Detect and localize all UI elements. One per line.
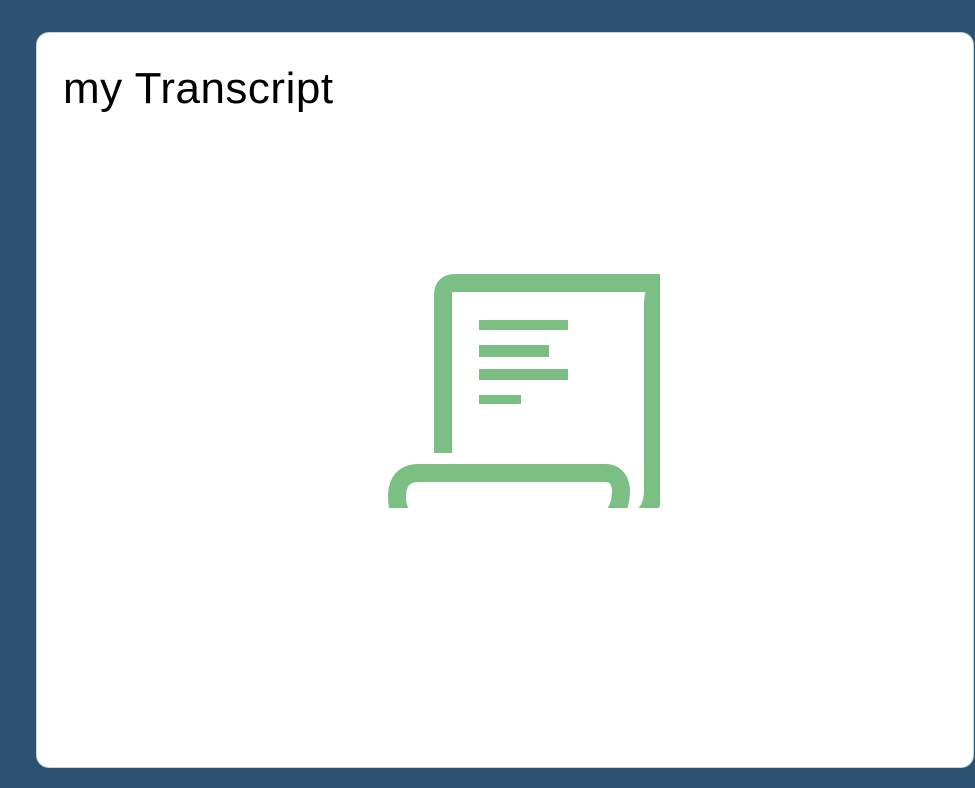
tile-title: my Transcript bbox=[63, 64, 334, 113]
scroll-document-icon bbox=[350, 238, 660, 508]
transcript-tile[interactable]: my Transcript bbox=[37, 33, 973, 767]
